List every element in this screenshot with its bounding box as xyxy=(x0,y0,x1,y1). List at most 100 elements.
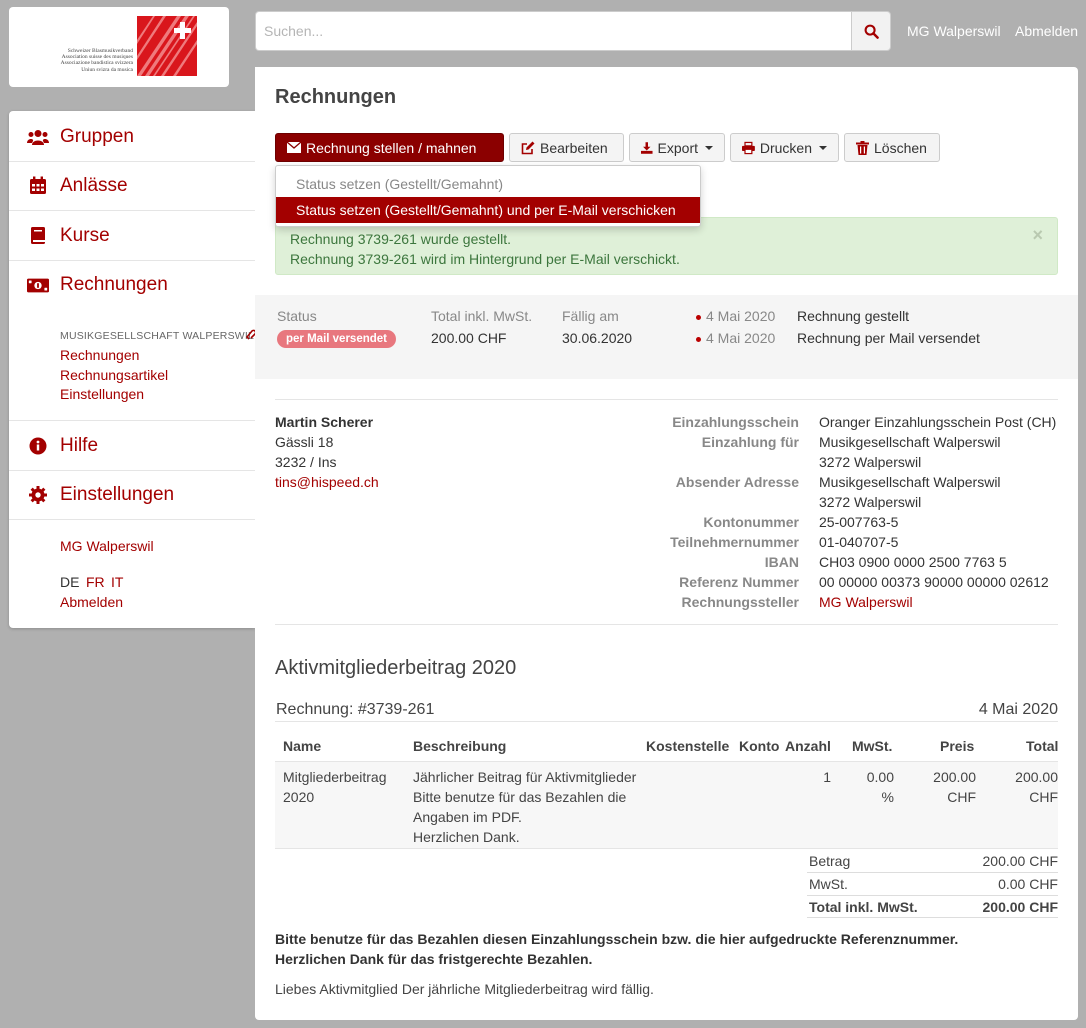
send-invoice-button[interactable]: Rechnung stellen / mahnen xyxy=(275,133,504,162)
cell-vat: 0.00 % xyxy=(845,767,894,807)
sidebar-item-kurse[interactable]: Kurse xyxy=(9,211,255,261)
payment-note: Bitte benutze für das Bezahlen diesen Ei… xyxy=(275,929,958,969)
recipient-address: Martin Scherer Gässli 18 3232 / Ins tins… xyxy=(275,412,379,492)
sidebar-sublink-einstellungen[interactable]: Einstellungen xyxy=(60,386,144,402)
cell-line: CHF xyxy=(1029,789,1058,805)
detail-label: IBAN xyxy=(764,554,799,570)
sidebar-item-hilfe[interactable]: Hilfe xyxy=(9,421,255,471)
sidebar-item-gruppen[interactable]: Gruppen xyxy=(9,112,255,162)
history-date: 4 Mai 2020 xyxy=(706,330,776,346)
payment-note-line: Herzlichen Dank für das fristgerechte Be… xyxy=(275,951,593,967)
cell-line: 200.00 xyxy=(933,769,976,785)
history-text: Rechnung per Mail versendet xyxy=(797,330,980,346)
search-icon xyxy=(864,24,879,39)
detail-value: 01-040707-5 xyxy=(819,534,899,550)
sidebar-item-rechnungen[interactable]: Rechnungen xyxy=(9,260,255,310)
cell-quantity: 1 xyxy=(823,769,831,785)
user-group-link[interactable]: MG Walperswil xyxy=(907,23,1001,39)
trash-icon xyxy=(856,140,869,155)
sidebar-item-label: Anlässe xyxy=(60,174,128,196)
search-bar xyxy=(255,11,891,51)
language-it[interactable]: IT xyxy=(111,574,123,590)
divider xyxy=(807,917,1058,918)
invoice-number: Rechnung: #3739-261 xyxy=(276,701,435,718)
cell-description: Jährlicher Beitrag für Aktivmitglieder B… xyxy=(413,767,636,847)
recipient-name: Martin Scherer xyxy=(275,414,374,430)
search-input[interactable] xyxy=(255,11,851,51)
print-dropdown-button[interactable]: Drucken xyxy=(730,133,839,162)
column-header: Anzahl xyxy=(785,738,831,754)
alert-line: Rechnung 3739-261 wurde gestellt. xyxy=(290,231,512,247)
total-value: 200.00 CHF xyxy=(431,330,507,346)
recipient-email-link[interactable]: tins@hispeed.ch xyxy=(275,474,379,490)
grand-total-value: 200.00 CHF xyxy=(982,899,1058,915)
payment-note-line: Bitte benutze für das Bezahlen diesen Ei… xyxy=(275,931,959,947)
subtotal-value: 200.00 CHF xyxy=(982,853,1058,869)
divider xyxy=(807,872,1058,873)
cog-icon xyxy=(27,485,49,505)
sidebar-logout-link[interactable]: Abmelden xyxy=(60,594,123,610)
main-content: Rechnungen Rechnung stellen / mahnen Bea… xyxy=(255,67,1078,1020)
detail-label: Absender Adresse xyxy=(675,474,799,490)
cell-line: 2020 xyxy=(283,789,315,805)
sidebar-sublink-rechnungsartikel[interactable]: Rechnungsartikel xyxy=(60,367,168,383)
sidebar-group-link[interactable]: MG Walperswil xyxy=(60,538,154,554)
cell-line: Mitgliederbeitrag xyxy=(283,769,387,785)
sidebar-item-einstellungen[interactable]: Einstellungen xyxy=(9,470,255,520)
cell-line: Jährlicher Beitrag für Aktivmitglieder xyxy=(413,769,637,785)
invoice-footer-text: Liebes Aktivmitglied Der jährliche Mitgl… xyxy=(275,981,654,997)
detail-value: CH03 0900 0000 2500 7763 5 xyxy=(819,554,1007,570)
logo-line: Uniun svizra da musica xyxy=(81,66,133,73)
envelope-icon xyxy=(287,142,301,153)
cell-price: 200.00 CHF xyxy=(915,767,976,807)
detail-label: Teilnehmernummer xyxy=(670,534,799,550)
detail-value: 25-007763-5 xyxy=(819,514,899,530)
subtotal-label: Betrag xyxy=(809,853,851,869)
print-label: Drucken xyxy=(759,139,812,156)
detail-label: Einzahlung für xyxy=(701,434,799,450)
print-icon xyxy=(742,141,755,154)
detail-label: Referenz Nummer xyxy=(679,574,799,590)
column-header: MwSt. xyxy=(852,738,893,754)
column-header: Kostenstelle xyxy=(646,738,730,754)
invoice-status-panel: Status per Mail versendet Total inkl. Mw… xyxy=(255,295,1078,379)
cell-line: 0.00 xyxy=(866,769,894,785)
sidebar-item-label: Einstellungen xyxy=(60,483,175,505)
logout-link[interactable]: Abmelden xyxy=(1015,23,1078,39)
divider xyxy=(275,624,1058,625)
due-value: 30.06.2020 xyxy=(562,330,633,346)
language-de[interactable]: DE xyxy=(60,574,79,590)
sidebar-item-label: Gruppen xyxy=(60,125,134,147)
download-icon xyxy=(641,141,653,154)
detail-label: Rechnungssteller xyxy=(681,594,799,610)
cell-line: Angaben im PDF. xyxy=(413,809,522,825)
invoice-issuer-link[interactable]: MG Walperswil xyxy=(819,594,913,610)
grand-total-label: Total inkl. MwSt. xyxy=(809,899,918,915)
detail-label: Kontonummer xyxy=(703,514,799,530)
vat-value: 0.00 CHF xyxy=(998,876,1058,892)
history-bullet xyxy=(696,337,701,342)
column-header: Total xyxy=(1026,738,1059,754)
invoice-date: 4 Mai 2020 xyxy=(978,701,1058,718)
vat-label: MwSt. xyxy=(809,876,848,892)
status-label: Status xyxy=(277,308,317,324)
sidebar: Gruppen Anlässe Kurse Rechnungen MUSIKGE… xyxy=(9,111,256,628)
search-button[interactable] xyxy=(851,11,891,51)
history-date: 4 Mai 2020 xyxy=(706,308,776,324)
cell-total: 200.00 CHF xyxy=(995,767,1058,807)
close-icon[interactable]: × xyxy=(1032,225,1043,245)
calendar-icon xyxy=(27,176,49,196)
send-invoice-dropdown-menu: Status setzen (Gestellt/Gemahnt) Status … xyxy=(275,165,701,227)
due-label: Fällig am xyxy=(562,308,619,324)
logo[interactable]: Schweizer Blasmusikverband Association s… xyxy=(9,7,229,87)
sidebar-item-anlaesse[interactable]: Anlässe xyxy=(9,161,255,211)
language-fr[interactable]: FR xyxy=(86,574,105,590)
menu-item-set-status[interactable]: Status setzen (Gestellt/Gemahnt) xyxy=(276,171,700,197)
money-bill-icon xyxy=(27,275,49,295)
menu-item-set-status-and-email[interactable]: Status setzen (Gestellt/Gemahnt) und per… xyxy=(276,197,700,223)
sidebar-sublink-rechnungen[interactable]: Rechnungen xyxy=(60,347,139,363)
edit-button[interactable]: Bearbeiten xyxy=(509,133,624,162)
delete-button[interactable]: Löschen xyxy=(844,133,940,162)
export-dropdown-button[interactable]: Export xyxy=(629,133,725,162)
divider xyxy=(275,399,1058,400)
